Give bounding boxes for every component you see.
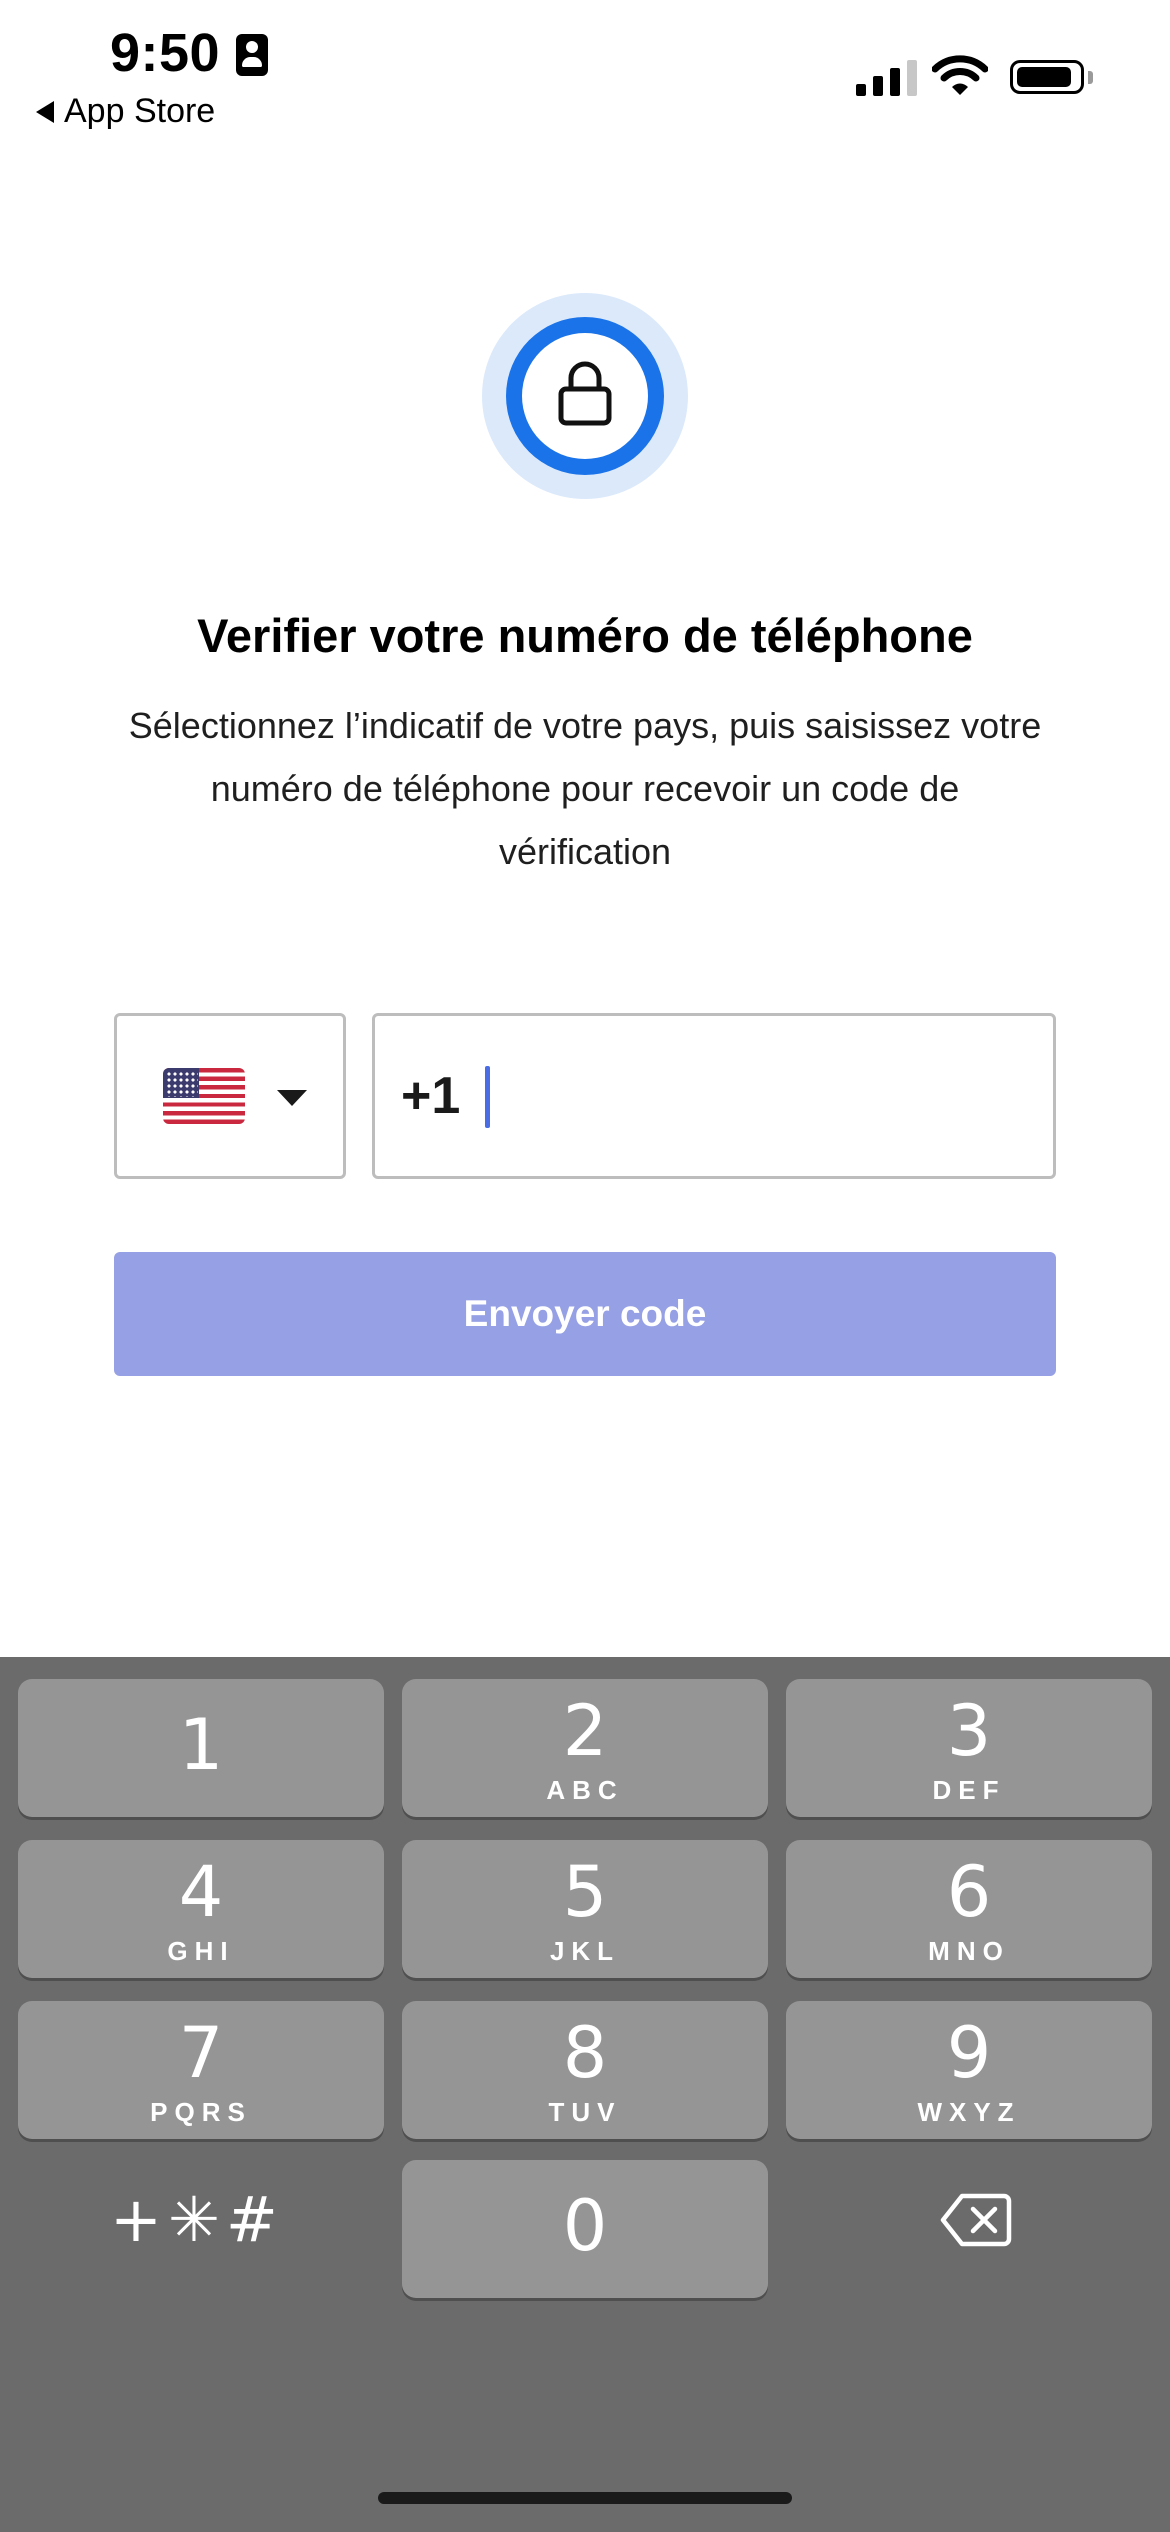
battery-tip <box>1088 71 1093 84</box>
country-code-selector[interactable] <box>114 1013 346 1179</box>
key-0[interactable]: 0 <box>402 2160 768 2298</box>
key-9[interactable]: 9 WXYZ <box>786 2001 1152 2139</box>
phone-number-field[interactable]: +1 <box>372 1013 1056 1179</box>
key-3[interactable]: 3 DEF <box>786 1679 1152 1817</box>
status-time: 9:50 <box>110 23 221 83</box>
key-7[interactable]: 7 PQRS <box>18 2001 384 2139</box>
page-title: Verifier votre numéro de téléphone <box>197 609 973 662</box>
key-5[interactable]: 5 JKL <box>402 1840 768 1978</box>
person-id-icon <box>236 34 268 76</box>
key-1[interactable]: 1 <box>18 1679 384 1817</box>
back-label: App Store <box>64 92 216 130</box>
lock-icon <box>558 361 612 426</box>
home-indicator <box>378 2492 792 2504</box>
caret-down-icon <box>277 1090 307 1106</box>
symbols-key[interactable]: +✳# <box>110 2183 284 2256</box>
page-subtitle: Sélectionnez l’indicatif de votre pays, … <box>128 705 1042 872</box>
us-flag-icon <box>163 1068 245 1124</box>
battery-icon <box>1010 60 1084 94</box>
key-6[interactable]: 6 MNO <box>786 1840 1152 1978</box>
key-4[interactable]: 4 GHI <box>18 1840 384 1978</box>
key-2[interactable]: 2 ABC <box>402 1679 768 1817</box>
back-to-app-store[interactable]: App Store <box>36 92 215 131</box>
back-arrow-icon <box>36 100 54 123</box>
wifi-icon <box>932 55 988 95</box>
phone-number-input[interactable] <box>497 1056 1041 1138</box>
send-code-button[interactable]: Envoyer code <box>114 1252 1056 1376</box>
cellular-signal-icon <box>856 58 917 96</box>
dial-code: +1 <box>401 1067 461 1125</box>
key-8[interactable]: 8 TUV <box>402 2001 768 2139</box>
delete-icon[interactable] <box>940 2192 1012 2248</box>
text-cursor <box>485 1066 490 1128</box>
